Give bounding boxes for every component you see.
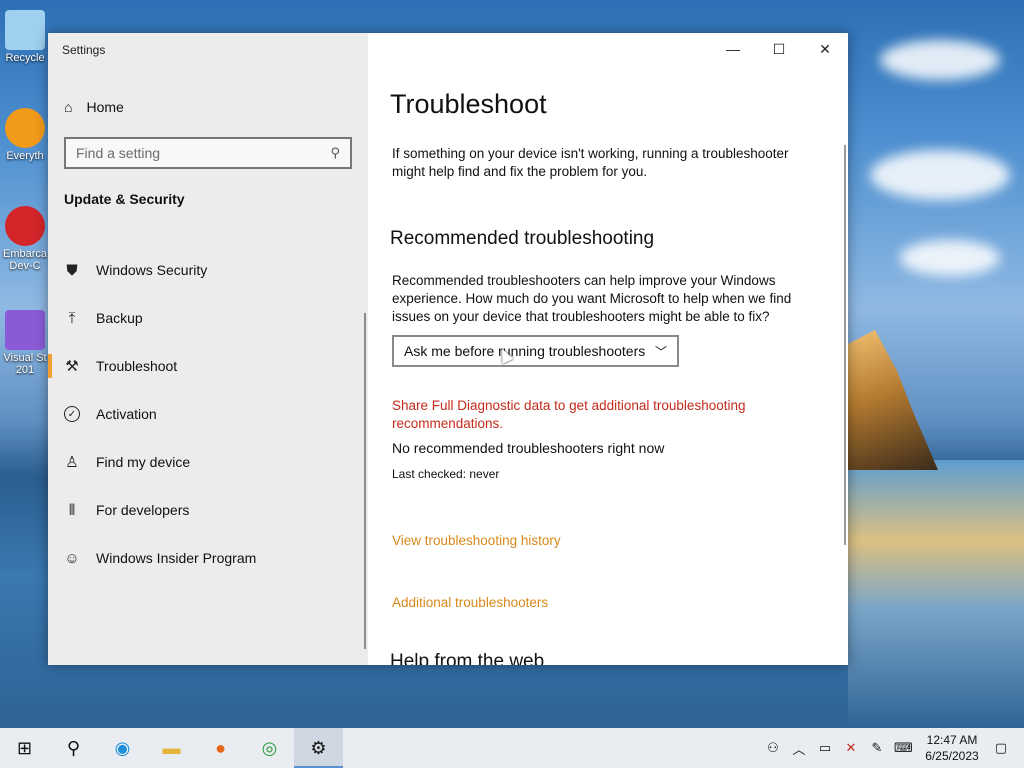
network-icon[interactable]: ▭ (816, 740, 834, 756)
intro-text: If something on your device isn't workin… (392, 146, 789, 179)
edge-icon: ◉ (114, 737, 131, 758)
sidebar-item-activation[interactable]: ✓ Activation (48, 390, 364, 438)
recommended-text: Recommended troubleshooters can help imp… (392, 273, 792, 324)
desktop-icon-label: Embarca Dev-C (2, 248, 48, 272)
sidebar-item-label: Backup (96, 310, 143, 326)
minimize-button[interactable]: — (710, 33, 756, 65)
firefox-button[interactable]: ● (196, 728, 245, 768)
people-icon[interactable]: ⚇ (764, 740, 782, 756)
diagnostic-data-link[interactable]: Share Full Diagnostic data to get additi… (392, 397, 822, 433)
recycle-bin-icon (5, 10, 45, 50)
page-title: Troubleshoot (390, 89, 547, 119)
settings-button[interactable]: ⚙ (294, 728, 343, 768)
sidebar-item-find-my-device[interactable]: ♙ Find my device (48, 438, 364, 486)
visual-studio-icon (5, 310, 45, 350)
check-circle-icon: ✓ (64, 406, 80, 422)
home-icon: ⌂ (64, 99, 73, 115)
troubleshoot-preference-dropdown[interactable]: Ask me before running troubleshooters ﹀ (392, 335, 679, 367)
start-button[interactable]: ⊞ (0, 728, 49, 768)
desktop-icon-label: Visual St 201 (3, 352, 47, 376)
taskbar: ⊞ ⚲ ◉ ▬ ● ◎ ⚙ ⚇ ︿ ▭ ✕ ✎ ⌨ 12:47 AM 6/25/… (0, 728, 1024, 768)
settings-window: Settings ⌂ Home ⚲ Update & Security ⛊ Wi… (48, 33, 848, 665)
volume-muted-icon[interactable]: ✕ (842, 740, 860, 756)
cloud (880, 40, 1000, 80)
no-troubleshooters-text: No recommended troubleshooters right now (392, 440, 665, 456)
person-location-icon: ♙ (65, 454, 79, 471)
desktop-icon-visual-studio[interactable]: Visual St 201 (0, 310, 50, 376)
pen-icon[interactable]: ✎ (868, 740, 886, 756)
sidebar-item-label: Windows Security (96, 262, 208, 278)
firefox-icon: ● (215, 737, 226, 758)
content-scrollbar[interactable] (844, 145, 846, 545)
desktop-icon-label: Recycle (5, 52, 45, 64)
desktop-rock (848, 330, 938, 470)
last-checked-text: Last checked: never (392, 467, 500, 481)
gear-icon: ⚙ (310, 737, 327, 758)
dropdown-value: Ask me before running troubleshooters (404, 343, 646, 359)
clock-date: 6/25/2023 (925, 749, 979, 763)
additional-troubleshooters-link[interactable]: Additional troubleshooters (392, 594, 822, 612)
system-tray: ⚇ ︿ ▭ ✕ ✎ ⌨ 12:47 AM 6/25/2023 ▢ (764, 728, 1024, 768)
clock-time: 12:47 AM (926, 733, 978, 747)
desktop-icon-devcpp[interactable]: Embarca Dev-C (0, 206, 50, 272)
search-button[interactable]: ⚲ (49, 728, 98, 768)
cloud (870, 150, 1010, 200)
edge-button[interactable]: ◉ (98, 728, 147, 768)
developer-tools-icon: ⫴ (68, 501, 76, 519)
sidebar-item-troubleshoot[interactable]: ⚒ Troubleshoot (48, 342, 364, 390)
notification-icon[interactable]: ▢ (992, 740, 1010, 756)
sidebar-item-windows-insider[interactable]: ☺ Windows Insider Program (48, 534, 364, 582)
close-button[interactable]: ✕ (802, 33, 848, 65)
search-icon[interactable]: ⚲ (330, 145, 340, 161)
nav-home-label: Home (86, 99, 124, 115)
everything-search-icon (5, 108, 45, 148)
recommended-heading: Recommended troubleshooting (390, 228, 655, 249)
sidebar-item-label: Activation (96, 406, 157, 422)
window-controls: — ☐ ✕ (710, 33, 848, 65)
maximize-button[interactable]: ☐ (756, 33, 802, 65)
sidebar-item-label: Troubleshoot (96, 358, 178, 374)
chrome-icon: ◎ (261, 737, 278, 758)
chevron-up-icon[interactable]: ︿ (790, 739, 808, 758)
sidebar-item-label: Windows Insider Program (96, 550, 257, 566)
folder-icon: ▬ (162, 737, 181, 758)
desktop-icon-everything[interactable]: Everyth (0, 108, 50, 162)
chevron-down-icon: ﹀ (654, 344, 667, 359)
wrench-icon: ⚒ (65, 358, 79, 375)
sidebar-item-for-developers[interactable]: ⫴ For developers (48, 486, 364, 534)
sidebar-item-label: For developers (96, 502, 190, 518)
chrome-button[interactable]: ◎ (245, 728, 294, 768)
search-box: ⚲ (64, 137, 352, 169)
nav-list: ⛊ Windows Security ⤒ Backup ⚒ Troublesho… (48, 246, 364, 582)
insider-cat-icon: ☺ (64, 549, 80, 567)
keyboard-icon[interactable]: ⌨ (894, 740, 913, 756)
desktop-sea (848, 460, 1024, 730)
desktop-icon-recycle-bin[interactable]: Recycle (0, 10, 50, 64)
sidebar-item-backup[interactable]: ⤒ Backup (48, 294, 364, 342)
search-input[interactable] (76, 145, 331, 161)
sidebar-item-windows-security[interactable]: ⛊ Windows Security (48, 246, 364, 294)
clock[interactable]: 12:47 AM 6/25/2023 (920, 732, 984, 764)
window-title: Settings (62, 43, 106, 57)
sidebar-item-label: Find my device (96, 454, 191, 470)
desktop-icon-label: Everyth (6, 150, 44, 162)
sidebar: Settings ⌂ Home ⚲ Update & Security ⛊ Wi… (48, 33, 368, 665)
file-explorer-button[interactable]: ▬ (147, 728, 196, 768)
help-web-heading: Help from the web (390, 651, 545, 665)
windows-logo-icon: ⊞ (16, 737, 33, 758)
cloud (900, 240, 1000, 276)
backup-arrow-icon: ⤒ (68, 309, 76, 327)
shield-icon: ⛊ (66, 261, 78, 279)
devcpp-icon (5, 206, 45, 246)
search-icon: ⚲ (66, 737, 81, 758)
sidebar-scrollbar[interactable] (364, 313, 366, 649)
view-history-link[interactable]: View troubleshooting history (392, 532, 822, 550)
nav-home[interactable]: ⌂ Home (64, 95, 124, 119)
section-title: Update & Security (64, 191, 185, 207)
